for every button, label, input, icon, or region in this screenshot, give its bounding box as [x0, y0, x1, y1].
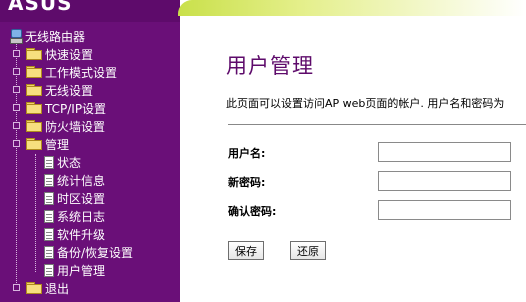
expand-icon[interactable] [13, 50, 20, 57]
folder-open-icon [26, 138, 42, 150]
page-title: 用户管理 [226, 54, 314, 78]
sidebar-subitem-statistics[interactable]: 统计信息 [44, 171, 105, 189]
divider [228, 124, 526, 125]
document-icon [44, 263, 54, 277]
expand-icon[interactable] [13, 284, 20, 291]
document-icon [44, 173, 54, 187]
expand-icon[interactable] [13, 86, 20, 93]
brand-logo: ASUS [8, 0, 73, 15]
sidebar-item-logout[interactable]: 退出 [26, 279, 69, 297]
document-icon [44, 155, 54, 169]
sidebar-item-work-mode[interactable]: 工作模式设置 [26, 63, 117, 81]
sidebar-item-admin[interactable]: 管理 [26, 135, 69, 153]
router-icon [10, 29, 23, 44]
document-icon [44, 227, 54, 241]
username-label: 用户名: [228, 147, 266, 160]
tree-root[interactable]: 无线路由器 [10, 27, 85, 45]
sidebar-item-wireless[interactable]: 无线设置 [26, 81, 93, 99]
confirm-password-input[interactable] [378, 200, 511, 220]
sidebar-subitem-syslog[interactable]: 系统日志 [44, 207, 105, 225]
expand-icon[interactable] [13, 68, 20, 75]
sidebar-subitem-timezone[interactable]: 时区设置 [44, 189, 105, 207]
username-input[interactable] [378, 142, 511, 162]
sidebar-subitem-backup[interactable]: 备份/恢复设置 [44, 243, 133, 261]
reset-button[interactable]: 还原 [290, 241, 326, 260]
sidebar-nav: 无线路由器 快速设置 工作模式设置 无线设置 TCP/IP设置 防火墙设置 管理… [0, 22, 180, 302]
folder-icon [26, 282, 42, 294]
tree-root-label: 无线路由器 [25, 29, 86, 44]
sidebar-item-quick-setup[interactable]: 快速设置 [26, 45, 93, 63]
expand-icon[interactable] [13, 122, 20, 129]
new-password-label: 新密码: [228, 176, 266, 189]
document-icon [44, 245, 54, 259]
sidebar-item-firewall[interactable]: 防火墙设置 [26, 117, 105, 135]
tree-line [16, 39, 17, 289]
header-banner [178, 0, 526, 16]
sidebar-subitem-upgrade[interactable]: 软件升级 [44, 225, 105, 243]
page-description: 此页面可以设置访问AP web页面的帐户. 用户名和密码为 [226, 97, 505, 110]
new-password-input[interactable] [378, 171, 511, 191]
folder-icon [26, 102, 42, 114]
sidebar-subitem-user-management[interactable]: 用户管理 [44, 261, 105, 279]
confirm-password-label: 确认密码: [228, 205, 277, 218]
folder-icon [26, 48, 42, 60]
folder-icon [26, 66, 42, 78]
sidebar-item-tcpip[interactable]: TCP/IP设置 [26, 99, 106, 117]
folder-icon [26, 120, 42, 132]
save-button[interactable]: 保存 [228, 241, 264, 260]
document-icon [44, 191, 54, 205]
sidebar-subitem-status[interactable]: 状态 [44, 153, 81, 171]
collapse-icon[interactable] [13, 140, 20, 147]
folder-icon [26, 84, 42, 96]
header-logo-area: ASUS [0, 0, 180, 22]
document-icon [44, 209, 54, 223]
expand-icon[interactable] [13, 104, 20, 111]
tree-line [35, 154, 36, 272]
